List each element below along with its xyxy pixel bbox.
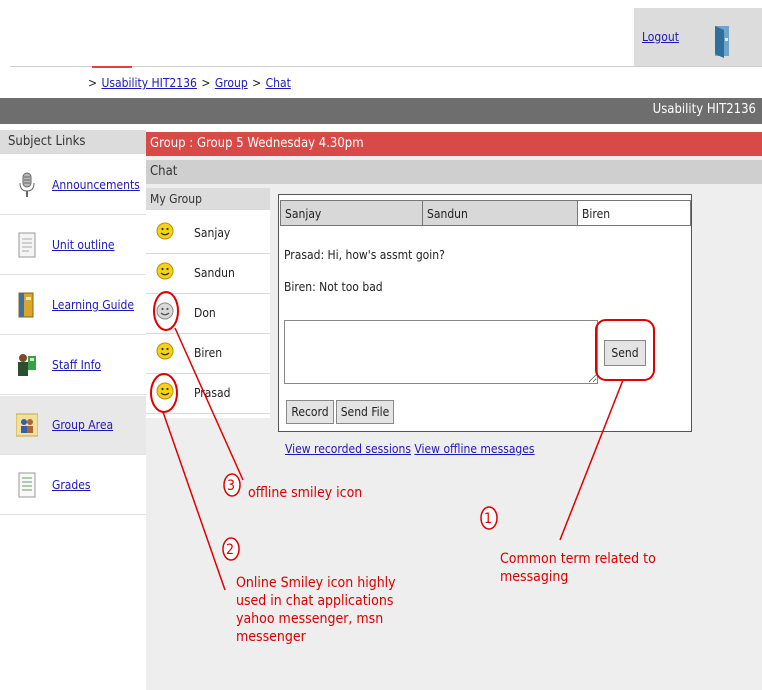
annotation-2-text: Online Smiley icon highly used in chat a… bbox=[236, 574, 396, 646]
annotation-line: messaging bbox=[500, 569, 569, 585]
annotation-line: Common term related to bbox=[500, 551, 656, 567]
online-smiley-highlight bbox=[150, 373, 178, 413]
annotation-line: used in chat applications bbox=[236, 593, 394, 609]
annotation-1-number: 1 bbox=[484, 511, 493, 527]
annotation-line: Online Smiley icon highly bbox=[236, 575, 396, 591]
annotation-3-text: offline smiley icon bbox=[248, 484, 362, 502]
annotation-1-text: Common term related to messaging bbox=[500, 550, 656, 586]
annotation-line: messenger bbox=[236, 629, 306, 645]
send-highlight bbox=[595, 319, 655, 381]
annotation-2-number: 2 bbox=[226, 542, 235, 558]
annotation-line: yahoo messenger, msn bbox=[236, 611, 384, 627]
annotation-3-number: 3 bbox=[227, 478, 236, 494]
offline-smiley-highlight bbox=[153, 291, 179, 331]
annotation-line: offline smiley icon bbox=[248, 485, 363, 501]
